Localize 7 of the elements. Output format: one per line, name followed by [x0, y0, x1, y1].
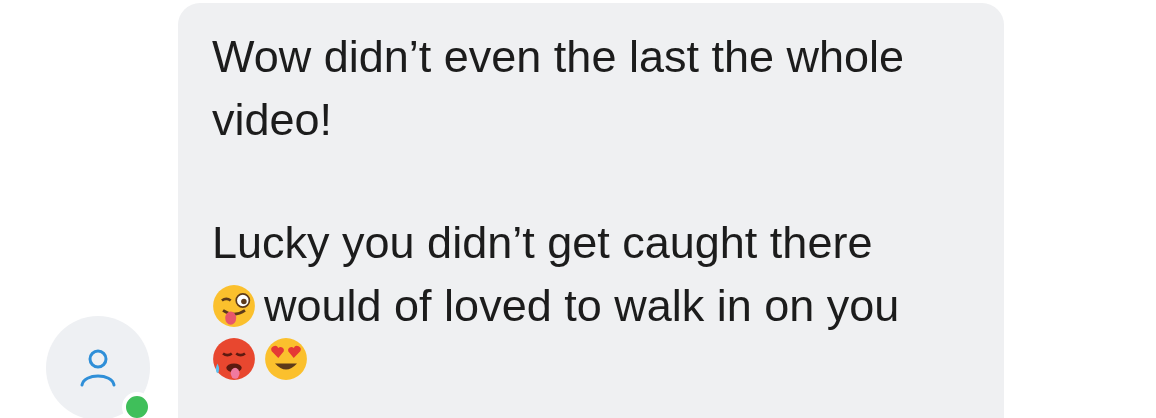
- hot-face-emoji-icon: [212, 337, 256, 381]
- message-text: Lucky you didn’t get caught there: [212, 216, 873, 270]
- message-text: Wow didn’t even the last the whole video!: [212, 30, 906, 147]
- message-text: would of loved to walk in on you: [264, 279, 900, 333]
- heart-eyes-emoji-icon: [264, 337, 308, 381]
- person-icon: [78, 348, 118, 388]
- winking-tongue-emoji-icon: [212, 283, 256, 328]
